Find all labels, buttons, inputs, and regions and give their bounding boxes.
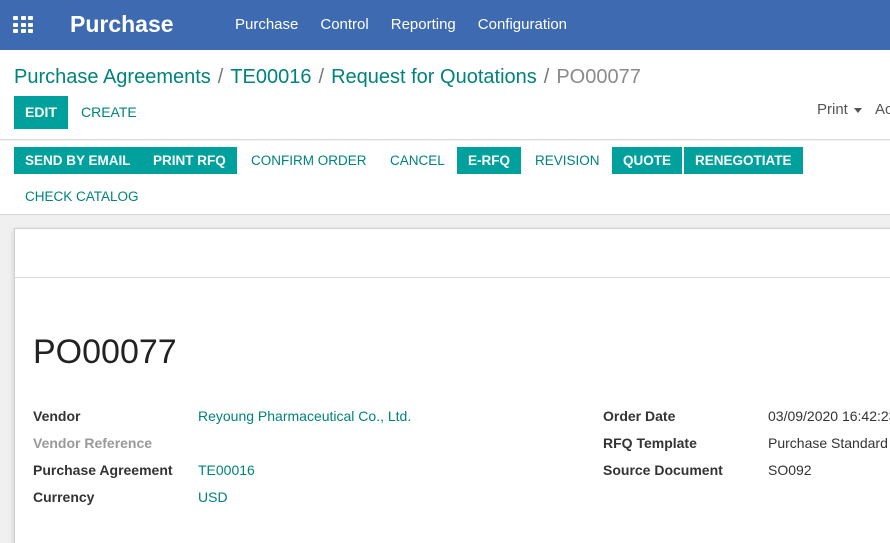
quote-button[interactable]: QUOTE	[612, 147, 683, 174]
menu-item-configuration[interactable]: Configuration	[467, 0, 578, 50]
field-label: Currency	[33, 489, 95, 505]
sheet-divider	[15, 277, 890, 278]
control-panel: Purchase Agreements / TE00016 / Request …	[0, 50, 890, 140]
rfq-template-value: Purchase Standard	[768, 435, 888, 451]
field-order-date: Order Date	[603, 408, 675, 424]
confirm-order-button[interactable]: CONFIRM ORDER	[240, 147, 378, 174]
breadcrumb: Purchase Agreements / TE00016 / Request …	[14, 66, 641, 89]
breadcrumb-separator: /	[543, 66, 550, 88]
form-header-buttons: SEND BY EMAIL PRINT RFQ CONFIRM ORDER CA…	[0, 141, 890, 215]
currency-link[interactable]: USD	[198, 489, 228, 505]
breadcrumb-current: PO00077	[556, 66, 641, 88]
menu-item-control[interactable]: Control	[309, 0, 379, 50]
print-dropdown-label: Print	[817, 101, 848, 118]
caret-down-icon	[853, 108, 862, 113]
menu-item-purchase[interactable]: Purchase	[224, 0, 309, 50]
check-catalog-button[interactable]: CHECK CATALOG	[14, 183, 150, 210]
edit-button[interactable]: EDIT	[14, 96, 68, 129]
main-menu: Purchase Control Reporting Configuration	[224, 0, 578, 50]
field-vendor-reference: Vendor Reference	[33, 435, 152, 451]
field-currency: Currency	[33, 489, 94, 505]
field-vendor: Vendor	[33, 408, 80, 424]
breadcrumb-purchase-agreements[interactable]: Purchase Agreements	[14, 66, 211, 89]
action-dropdown[interactable]: Action	[875, 101, 890, 118]
print-rfq-button[interactable]: PRINT RFQ	[142, 147, 237, 174]
document-title: PO00077	[33, 333, 177, 371]
field-label: Vendor Reference	[33, 435, 153, 451]
form-sheet: PO00077 Vendor Reyoung Pharmaceutical Co…	[14, 228, 890, 543]
field-label: Order Date	[603, 408, 676, 424]
breadcrumb-rfqs[interactable]: Request for Quotations	[331, 66, 537, 89]
revision-button[interactable]: REVISION	[524, 147, 611, 174]
field-rfq-template: RFQ Template	[603, 435, 697, 451]
field-label: Vendor	[33, 408, 81, 424]
field-label: Purchase Agreement	[33, 462, 173, 478]
apps-grid-icon[interactable]	[13, 16, 33, 33]
vendor-link[interactable]: Reyoung Pharmaceutical Co., Ltd.	[198, 408, 411, 424]
purchase-agreement-link[interactable]: TE00016	[198, 462, 255, 478]
menu-item-reporting[interactable]: Reporting	[380, 0, 467, 50]
cancel-button[interactable]: CANCEL	[379, 147, 456, 174]
breadcrumb-separator: /	[318, 66, 325, 88]
field-source-document: Source Document	[603, 462, 723, 478]
breadcrumb-separator: /	[217, 66, 224, 88]
create-button[interactable]: CREATE	[81, 96, 137, 129]
field-purchase-agreement: Purchase Agreement	[33, 462, 173, 478]
field-label: RFQ Template	[603, 435, 697, 451]
order-date-value: 03/09/2020 16:42:23	[768, 408, 890, 424]
breadcrumb-agreement[interactable]: TE00016	[230, 66, 311, 89]
top-navbar: Purchase Purchase Control Reporting Conf…	[0, 0, 890, 50]
send-by-email-button[interactable]: SEND BY EMAIL	[14, 147, 142, 174]
app-brand: Purchase	[70, 11, 174, 37]
print-dropdown[interactable]: Print	[817, 101, 862, 118]
source-document-value: SO092	[768, 462, 812, 478]
field-label: Source Document	[603, 462, 723, 478]
e-rfq-button[interactable]: E-RFQ	[457, 147, 521, 174]
renegotiate-button[interactable]: RENEGOTIATE	[684, 147, 803, 174]
